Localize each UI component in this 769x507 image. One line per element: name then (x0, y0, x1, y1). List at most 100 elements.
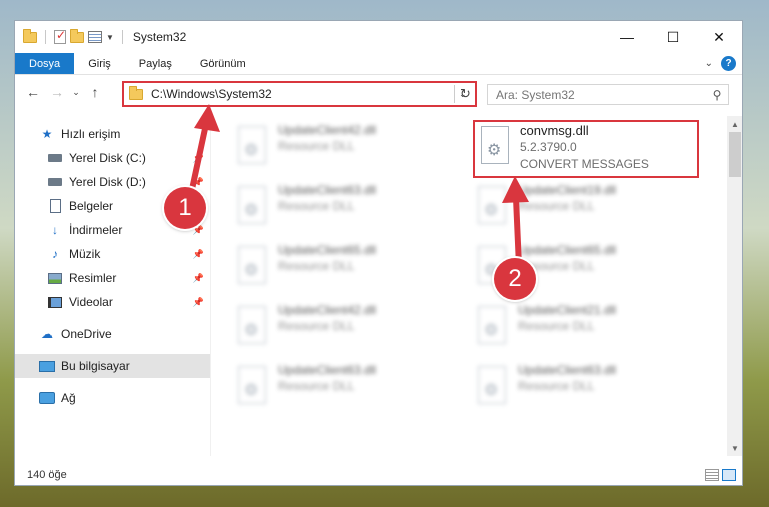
toolbar-separator (45, 30, 46, 44)
pin-icon[interactable]: 📌 (193, 177, 204, 188)
file-highlight-box (473, 120, 699, 178)
pin-icon[interactable]: 📌 (193, 153, 204, 164)
tab-gorunum[interactable]: Görünüm (186, 53, 260, 74)
search-input[interactable] (488, 87, 706, 102)
star-icon: ★ (41, 127, 53, 141)
nav-label: Yerel Disk (C:) (69, 151, 146, 165)
dll-file-icon: ⚙ (234, 246, 268, 288)
help-icon[interactable]: ? (721, 56, 736, 71)
nav-music[interactable]: ♪ Müzik 📌 (15, 242, 210, 266)
vertical-scrollbar[interactable]: ▲ ▼ (727, 116, 742, 456)
minimize-button[interactable]: — (604, 21, 650, 53)
file-type: Resource DLL (518, 319, 595, 333)
file-type: Resource DLL (278, 319, 355, 333)
file-item[interactable]: ⚙ UpdateClient65.dll Resource DLL (234, 242, 454, 294)
window-title: System32 (132, 30, 187, 44)
video-icon (47, 295, 63, 309)
address-path[interactable]: C:\Windows\System32 (151, 87, 459, 101)
folder-icon[interactable] (23, 28, 37, 43)
file-item[interactable]: ⚙ UpdateClient21.dll Resource DLL (474, 302, 694, 354)
tab-paylas[interactable]: Paylaş (125, 53, 186, 74)
maximize-button[interactable]: ☐ (650, 21, 696, 53)
navigation-pane: ★ Hızlı erişim Yerel Disk (C:) 📌 Yerel D… (15, 116, 210, 456)
expand-ribbon-icon[interactable]: ⌄ (705, 58, 713, 69)
nav-label: Ağ (61, 391, 76, 405)
file-name: UpdateClient65.dll (518, 243, 617, 257)
network-icon (39, 391, 55, 405)
file-type: Resource DLL (278, 379, 355, 393)
file-item[interactable]: ⚙ UpdateClient63.dll Resource DLL (234, 362, 454, 414)
dll-file-icon: ⚙ (234, 186, 268, 228)
download-icon: ↓ (52, 223, 58, 237)
customize-toolbar-icon[interactable]: ▼ (106, 33, 114, 42)
close-button[interactable]: ✕ (696, 21, 742, 53)
ribbon-right-controls: ⌄ ? (705, 53, 742, 74)
hard-disk-icon (47, 175, 63, 189)
dll-file-icon: ⚙ (474, 306, 508, 348)
tab-giris[interactable]: Giriş (74, 53, 125, 74)
properties-icon[interactable] (88, 31, 102, 43)
search-icon[interactable]: ⚲ (706, 88, 728, 102)
file-type: Resource DLL (278, 139, 355, 153)
pin-icon[interactable]: 📌 (193, 273, 204, 284)
view-switcher (705, 469, 742, 481)
file-type: Resource DLL (518, 379, 595, 393)
nav-videos[interactable]: Videolar 📌 (15, 290, 210, 314)
scroll-down-icon[interactable]: ▼ (727, 440, 742, 456)
tab-dosya[interactable]: Dosya (15, 53, 75, 74)
file-type: Resource DLL (278, 259, 355, 273)
folder-icon (129, 85, 143, 100)
new-folder-icon[interactable] (70, 28, 84, 43)
pin-icon[interactable]: 📌 (193, 249, 204, 260)
nav-label: Belgeler (69, 199, 114, 213)
file-item[interactable]: ⚙ UpdateClient63.dll Resource DLL (234, 182, 454, 234)
address-bar[interactable]: C:\Windows\System32 ⌄ (122, 81, 477, 107)
pane-divider[interactable] (210, 116, 211, 456)
file-item[interactable]: ⚙ UpdateClient42.dll Resource DLL (234, 302, 454, 354)
file-item[interactable]: ⚙ UpdateClient42.dll Resource DLL (234, 122, 454, 174)
pin-icon[interactable]: 📌 (193, 297, 204, 308)
tiles-view-icon[interactable] (722, 469, 736, 481)
quick-access-toolbar: ▼ (15, 28, 127, 44)
file-name: UpdateClient42.dll (278, 123, 377, 137)
nav-pictures[interactable]: Resimler 📌 (15, 266, 210, 290)
document-icon (47, 199, 63, 213)
cloud-icon: ☁ (41, 327, 53, 341)
file-item[interactable]: ⚙ UpdateClient19.dll Resource DLL (474, 182, 694, 234)
nav-onedrive[interactable]: ☁ OneDrive (15, 322, 210, 346)
search-box[interactable]: ⚲ (487, 84, 729, 105)
scroll-up-icon[interactable]: ▲ (727, 116, 742, 132)
step-badge-1: 1 (164, 187, 206, 229)
nav-this-pc[interactable]: Bu bilgisayar (15, 354, 210, 378)
back-arrow-icon[interactable]: ← (21, 84, 45, 100)
nav-network[interactable]: Ağ (15, 386, 210, 410)
up-arrow-icon[interactable]: ↑ (83, 84, 107, 100)
dll-file-icon: ⚙ (234, 306, 268, 348)
pictures-icon (47, 271, 63, 285)
scroll-thumb[interactable] (729, 132, 741, 177)
file-name: UpdateClient65.dll (278, 243, 377, 257)
status-bar: 140 öğe (15, 464, 742, 485)
file-type: Resource DLL (278, 199, 355, 213)
file-item[interactable]: ⚙ UpdateClient63.dll Resource DLL (474, 362, 694, 414)
music-note-icon: ♪ (52, 247, 58, 261)
item-count: 140 öğe (27, 469, 67, 481)
nav-label: Yerel Disk (D:) (69, 175, 146, 189)
forward-arrow-icon[interactable]: → (45, 84, 69, 100)
details-view-icon[interactable] (705, 469, 719, 481)
file-explorer-window: ▼ System32 — ☐ ✕ Dosya Giriş Paylaş Görü… (14, 20, 743, 486)
step-badge-2: 2 (494, 258, 536, 300)
recent-locations-icon[interactable]: ⌄ (69, 87, 83, 98)
nav-local-disk-c[interactable]: Yerel Disk (C:) 📌 (15, 146, 210, 170)
ribbon-tabs: Dosya Giriş Paylaş Görünüm ⌄ ? (15, 53, 742, 75)
toolbar-separator (121, 30, 123, 44)
file-name: UpdateClient42.dll (278, 303, 377, 317)
computer-icon (39, 359, 55, 373)
refresh-icon[interactable]: ↻ (454, 85, 476, 103)
dll-file-icon: ⚙ (474, 186, 508, 228)
nav-label: Hızlı erişim (61, 127, 121, 141)
nav-quick-access[interactable]: ★ Hızlı erişim (15, 122, 210, 146)
hard-disk-icon (47, 151, 63, 165)
properties-check-icon[interactable] (54, 28, 66, 44)
file-type: Resource DLL (518, 199, 595, 213)
